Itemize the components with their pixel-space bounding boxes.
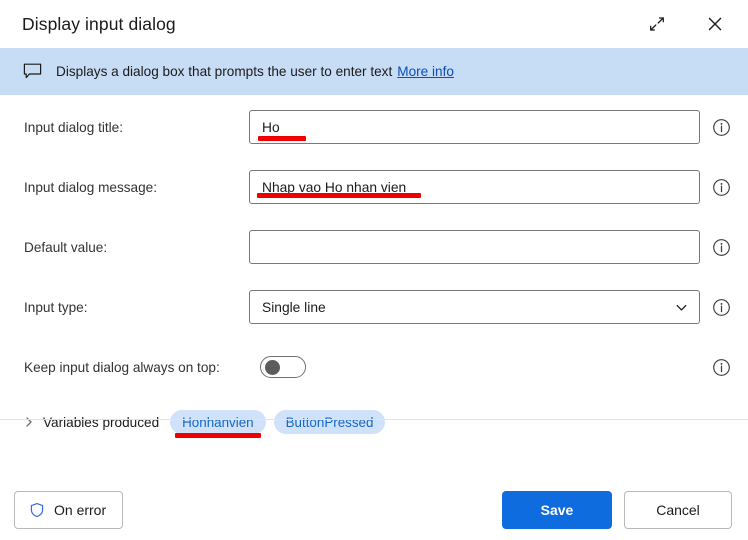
toggle-knob (265, 360, 280, 375)
info-icon-input-type[interactable] (711, 297, 732, 318)
display-input-dialog: Display input dialog Displays a dialog b… (0, 0, 748, 540)
keep-on-top-toggle[interactable] (260, 356, 306, 378)
variable-pill-buttonpressed[interactable]: ButtonPressed (273, 410, 386, 434)
speech-bubble-icon (22, 61, 43, 82)
info-icon-keep-on-top[interactable] (711, 357, 732, 378)
banner-description: Displays a dialog box that prompts the u… (56, 64, 393, 79)
info-banner: Displays a dialog box that prompts the u… (0, 48, 748, 95)
info-icon-input-dialog-message[interactable] (711, 177, 732, 198)
dialog-titlebar: Display input dialog (0, 0, 748, 48)
input-dialog-title-field-wrap (249, 110, 700, 144)
row-input-type: Input type: Single line (0, 287, 748, 327)
default-value-field-wrap (249, 230, 700, 264)
label-input-dialog-message: Input dialog message: (24, 179, 158, 195)
save-button[interactable]: Save (502, 491, 612, 529)
info-icon-default-value[interactable] (711, 237, 732, 258)
input-dialog-title-input[interactable] (249, 110, 700, 144)
expand-diagonal-icon[interactable] (640, 7, 674, 41)
more-info-link[interactable]: More info (397, 64, 454, 79)
default-value-input[interactable] (249, 230, 700, 264)
label-input-dialog-title: Input dialog title: (24, 119, 123, 135)
variable-pill-label: Honhanvien (182, 414, 254, 430)
row-input-dialog-title: Input dialog title: (0, 107, 748, 147)
variables-produced-label: Variables produced (43, 414, 160, 430)
footer-divider (0, 419, 748, 420)
row-keep-on-top: Keep input dialog always on top: (0, 347, 748, 387)
annotation-underline-variable (175, 433, 262, 438)
on-error-button[interactable]: On error (14, 491, 124, 529)
dialog-title: Display input dialog (22, 13, 176, 34)
row-input-dialog-message: Input dialog message: (0, 167, 748, 207)
input-dialog-message-input[interactable] (249, 170, 700, 204)
input-type-value: Single line (262, 299, 326, 315)
row-default-value: Default value: (0, 227, 748, 267)
label-keep-on-top: Keep input dialog always on top: (24, 359, 220, 375)
input-type-select[interactable]: Single line (249, 290, 700, 324)
variables-produced-section: Variables produced Honhanvien ButtonPres… (0, 407, 748, 438)
info-icon-input-dialog-title[interactable] (711, 117, 732, 138)
variable-pill-honhanvien[interactable]: Honhanvien (170, 410, 266, 438)
dialog-footer: On error Save Cancel (0, 480, 748, 540)
cancel-button[interactable]: Cancel (624, 491, 732, 529)
shield-icon (28, 502, 45, 519)
on-error-label: On error (54, 502, 107, 518)
input-dialog-message-field-wrap (249, 170, 700, 204)
label-default-value: Default value: (24, 239, 108, 255)
input-type-field-wrap: Single line (249, 290, 700, 324)
dialog-body: Input dialog title: Input dialog message… (0, 95, 748, 480)
chevron-down-icon (673, 299, 689, 315)
variable-pill-label: ButtonPressed (285, 414, 374, 430)
chevron-right-icon[interactable] (22, 416, 35, 429)
label-input-type: Input type: (24, 299, 88, 315)
close-icon[interactable] (698, 7, 732, 41)
